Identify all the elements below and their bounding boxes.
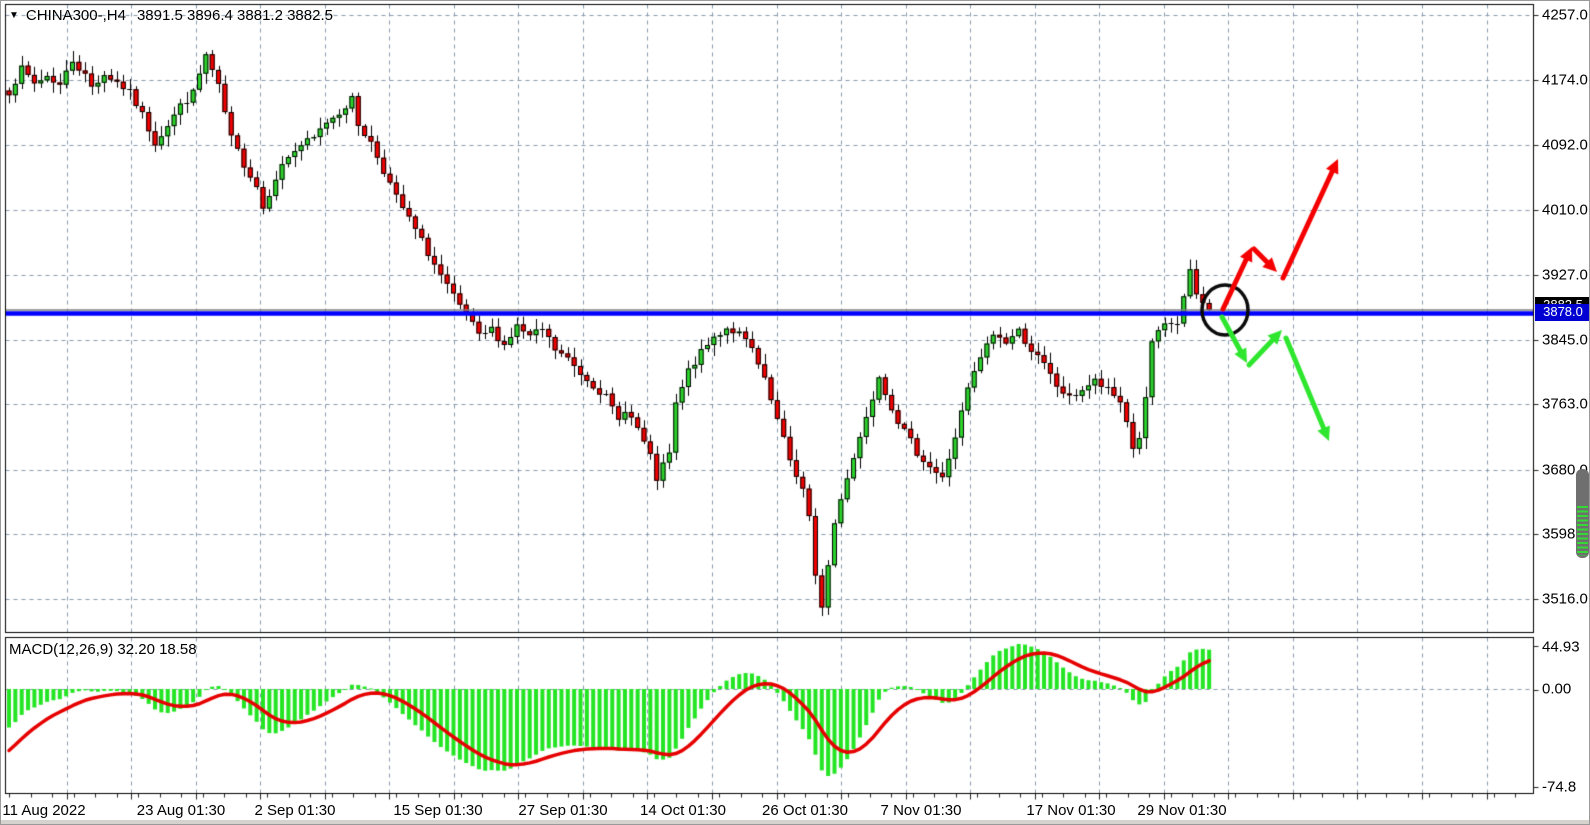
- ohlc-values: 3891.5 3896.4 3881.2 3882.5: [137, 7, 333, 24]
- time-tick-label: 27 Sep 01:30: [518, 802, 607, 819]
- price-tick-label: 4092.0: [1542, 136, 1588, 153]
- time-tick-label: 17 Nov 01:30: [1026, 802, 1115, 819]
- time-tick-label: 2 Sep 01:30: [255, 802, 336, 819]
- time-tick-label: 26 Oct 01:30: [762, 802, 848, 819]
- macd-tick-label: 44.93: [1542, 638, 1580, 655]
- price-tick-label: 3516.0: [1542, 590, 1588, 607]
- macd-indicator-label: MACD(12,26,9) 32.20 18.58: [9, 641, 197, 658]
- time-tick-label: 14 Oct 01:30: [640, 802, 726, 819]
- time-tick-label: 15 Sep 01:30: [393, 802, 482, 819]
- collapse-chevron-icon[interactable]: ▼: [9, 10, 19, 21]
- time-tick-label: 29 Nov 01:30: [1137, 802, 1226, 819]
- price-tick-label: 3845.0: [1542, 331, 1588, 348]
- chart-title-bar: ▼ CHINA300-,H4 3891.5 3896.4 3881.2 3882…: [9, 7, 333, 24]
- price-chart-canvas[interactable]: [1, 1, 1590, 825]
- macd-tick-label: 0.00: [1542, 681, 1571, 698]
- chart-window: ▼ CHINA300-,H4 3891.5 3896.4 3881.2 3882…: [0, 0, 1590, 825]
- time-tick-label: 23 Aug 01:30: [137, 802, 225, 819]
- scrollbar-stripes: [1577, 506, 1588, 556]
- time-tick-label: 7 Nov 01:30: [881, 802, 962, 819]
- price-tick-label: 4257.0: [1542, 7, 1588, 24]
- bottom-frame-strip: [1, 820, 1590, 825]
- price-tick-label: 3763.0: [1542, 396, 1588, 413]
- vertical-scrollbar-thumb[interactable]: [1576, 469, 1589, 558]
- hline-price-badge: 3878.0: [1535, 304, 1590, 321]
- symbol-title: CHINA300-,H4: [26, 7, 126, 24]
- macd-tick-label: -74.8: [1542, 778, 1576, 795]
- price-tick-label: 4010.0: [1542, 201, 1588, 218]
- time-tick-label: 11 Aug 2022: [2, 802, 85, 819]
- price-tick-label: 3927.0: [1542, 266, 1588, 283]
- price-tick-label: 4174.0: [1542, 72, 1588, 89]
